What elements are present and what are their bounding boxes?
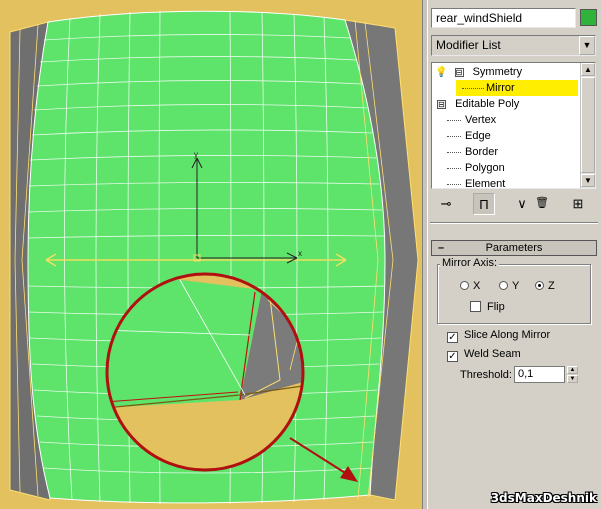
watermark: 3dsMaxDeshnik [490,491,597,505]
stack-item-label: Element [465,178,506,189]
object-color-swatch[interactable] [580,9,597,26]
axis-radio-x[interactable]: X [460,280,480,292]
stack-item-symmetry[interactable]: 💡 ⊟ Symmetry [435,64,522,80]
stack-item-element[interactable]: Element [445,176,565,189]
slice-along-mirror-checkbox[interactable]: ✓ Slice Along Mirror [447,329,550,343]
weld-seam-checkbox[interactable]: ✓ Weld Seam [447,348,521,362]
modifier-stack[interactable]: 💡 ⊟ Symmetry Mirror ⊟ Editable Poly Vert… [431,62,596,189]
make-unique-icon[interactable]: ∨ [511,193,533,215]
stack-item-label: Mirror [486,82,515,94]
radio-button[interactable] [499,281,508,290]
stack-item-mirror[interactable]: Mirror [456,80,578,96]
remove-modifier-icon[interactable]: 🗑 [531,193,553,215]
viewport-scene: y x [9,10,419,505]
scroll-up-icon[interactable]: ▲ [581,63,595,76]
x-axis-label: x [298,249,302,258]
mirror-axis-label: Mirror Axis: [440,257,499,269]
radio-label: Z [548,280,555,292]
checkbox-label: Flip [487,301,505,313]
y-axis-label: y [194,150,198,159]
stack-item-label: Editable Poly [455,98,520,110]
stack-item-editable-poly[interactable]: ⊟ Editable Poly [437,96,519,112]
collapse-toggle-icon[interactable]: ⊟ [454,67,464,77]
parameters-rollout-header[interactable]: – Parameters [431,240,597,256]
rollout-title: Parameters [485,242,543,254]
scroll-down-icon[interactable]: ▼ [581,174,595,187]
parameters-rollout: – Parameters Mirror Axis: X Y Z Flip ✓ Sl… [431,240,597,400]
radio-button-selected[interactable] [535,281,544,290]
radio-button[interactable] [460,281,469,290]
stack-item-vertex[interactable]: Vertex [445,112,565,128]
axis-radio-z[interactable]: Z [535,280,555,292]
stack-item-label: Vertex [465,114,497,126]
mirror-axis-group [437,264,591,324]
stack-item-label: Symmetry [472,66,523,78]
lightbulb-icon[interactable]: 💡 [435,67,447,78]
checkbox-label: Slice Along Mirror [464,329,551,341]
flip-checkbox[interactable]: Flip [470,301,505,313]
checkbox-box[interactable]: ✓ [447,332,458,343]
checkbox-box[interactable]: ✓ [447,351,458,362]
stack-scrollbar[interactable]: ▲ ▼ [580,63,595,188]
stack-item-label: Edge [465,130,491,142]
chevron-down-icon[interactable]: ▼ [579,36,595,55]
threshold-spinner[interactable]: 0,1 ▲ ▼ [514,366,578,383]
modifier-list-dropdown[interactable]: Modifier List ▼ [431,35,596,56]
collapse-icon[interactable]: – [438,241,444,255]
stack-item-label: Border [465,146,499,158]
stack-toolbar: ⊸ Π ∨ 🗑 ⊞ [431,193,596,215]
radio-label: X [473,280,481,292]
scrollbar-thumb[interactable] [581,77,595,173]
radio-label: Y [512,280,520,292]
object-name-field[interactable]: rear_windShield [431,8,576,28]
modifier-list-label: Modifier List [436,38,501,52]
collapse-toggle-icon[interactable]: ⊟ [437,99,446,109]
checkbox-box[interactable] [470,301,481,312]
threshold-input[interactable]: 0,1 [514,366,565,383]
axis-radio-y[interactable]: Y [499,280,519,292]
panel-divider [430,222,598,224]
checkbox-label: Weld Seam [464,348,521,360]
threshold-label: Threshold: [460,369,512,381]
stack-item-label: Polygon [465,162,505,174]
show-end-result-icon[interactable]: Π [473,193,495,215]
configure-sets-icon[interactable]: ⊞ [567,193,589,215]
perspective-viewport[interactable]: y x [0,0,422,509]
spinner-up-icon[interactable]: ▲ [567,366,578,374]
pin-stack-icon[interactable]: ⊸ [435,193,457,215]
stack-item-edge[interactable]: Edge [445,128,565,144]
stack-item-polygon[interactable]: Polygon [445,160,565,176]
spinner-down-icon[interactable]: ▼ [567,375,578,383]
command-panel: rear_windShield Modifier List ▼ 💡 ⊟ Symm… [428,0,601,509]
stack-item-border[interactable]: Border [445,144,565,160]
